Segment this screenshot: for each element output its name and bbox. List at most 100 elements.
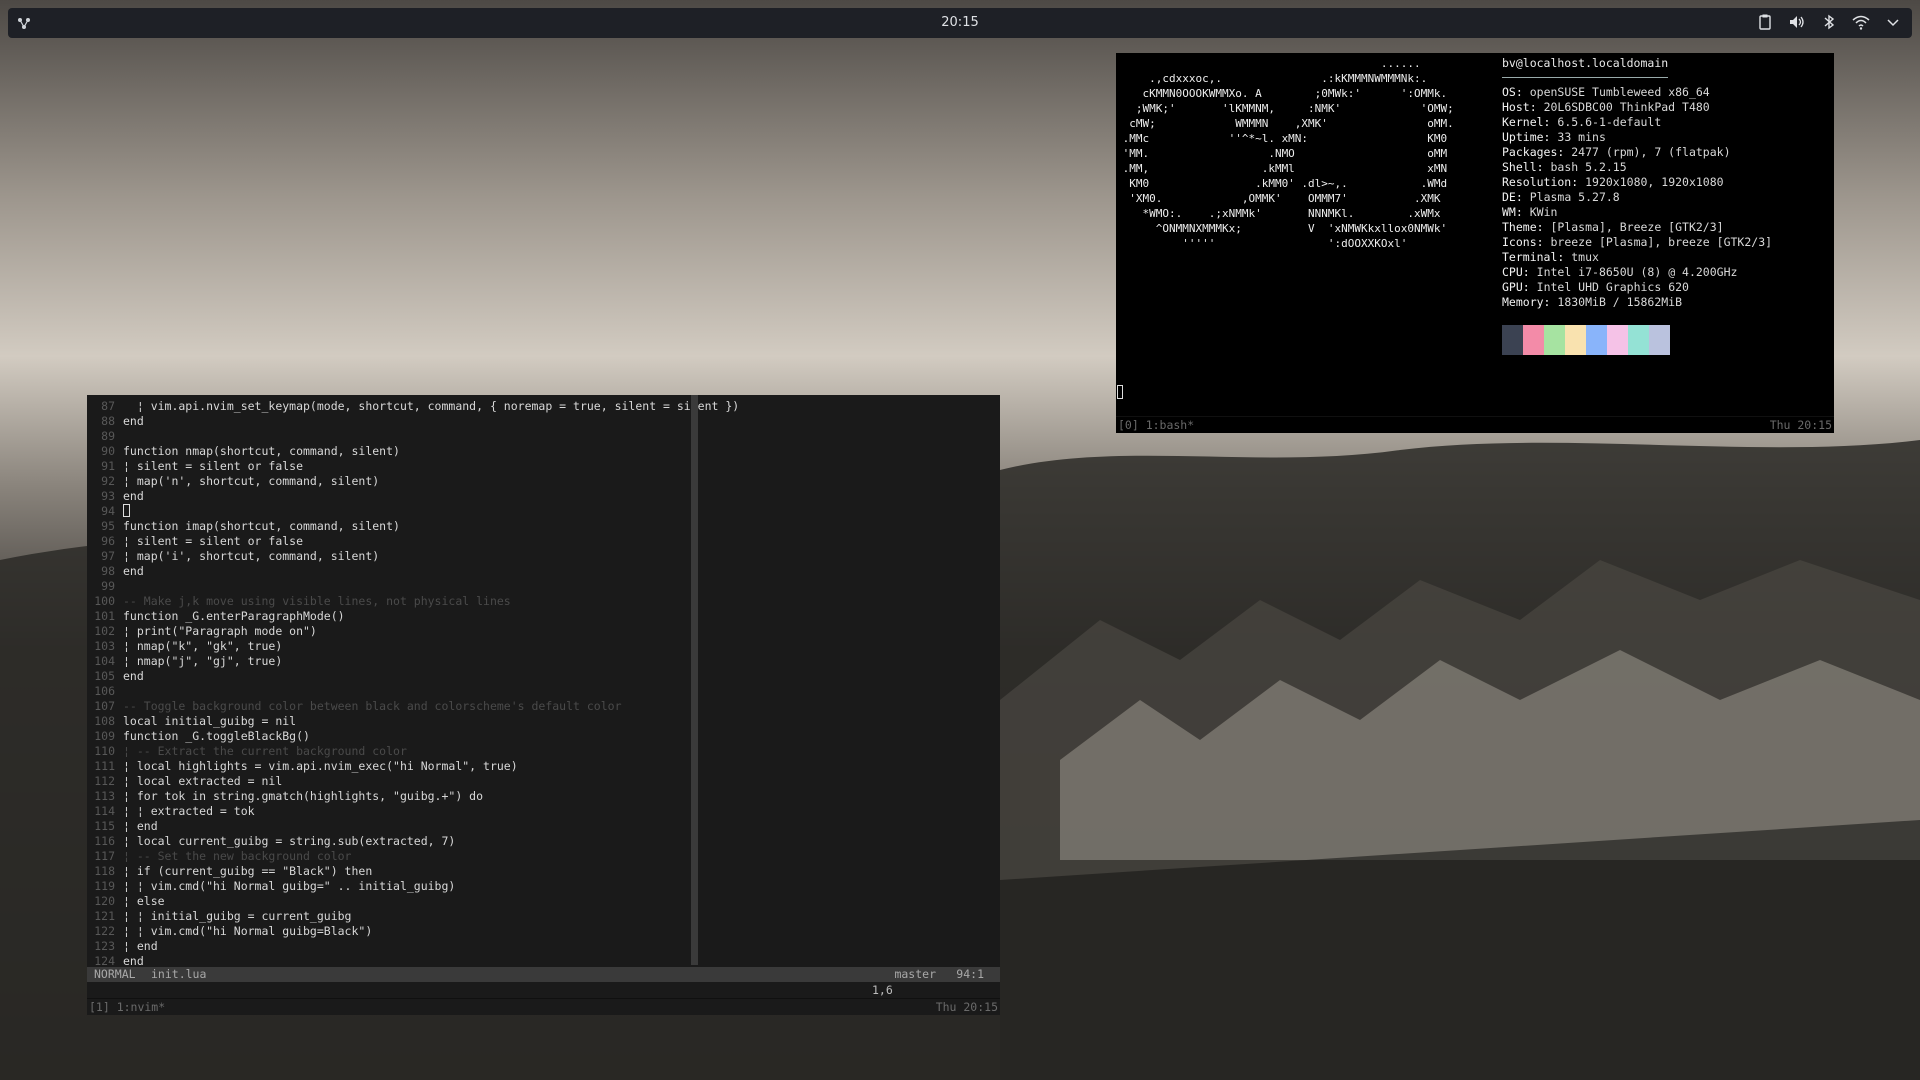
code-line[interactable]: 116 ¦ local current_guibg = string.sub(ex…: [87, 834, 691, 849]
line-number: 118: [94, 864, 115, 878]
code-line[interactable]: 97 ¦ map('i', shortcut, command, silent): [87, 549, 691, 564]
code-line[interactable]: 113 ¦ for tok in string.gmatch(highlights…: [87, 789, 691, 804]
chevron-down-icon[interactable]: [1884, 13, 1902, 31]
info-value: breeze [Plasma], breeze [GTK2/3]: [1550, 235, 1773, 249]
code-line[interactable]: 109 function _G.toggleBlackBg(): [87, 729, 691, 744]
nvim-terminal-window[interactable]: 87 ¦ vim.api.nvim_set_keymap(mode, short…: [87, 395, 1000, 1015]
code-line[interactable]: 99: [87, 579, 691, 594]
code-line[interactable]: 112 ¦ local extracted = nil: [87, 774, 691, 789]
line-number: 88: [101, 414, 115, 428]
info-colon: :: [1571, 175, 1586, 189]
code-line[interactable]: 87 ¦ vim.api.nvim_set_keymap(mode, short…: [87, 399, 739, 414]
info-colon: :: [1557, 145, 1572, 159]
code-line[interactable]: 122 ¦ ¦ vim.cmd("hi Normal guibg=Black"): [87, 924, 691, 939]
line-number: 105: [94, 669, 115, 683]
code-line[interactable]: 94: [87, 504, 691, 519]
volume-icon[interactable]: [1788, 13, 1806, 31]
neofetch-terminal-window[interactable]: ...... .,cdxxxoc,. .:kKMMMNWMMMNk:. cKMM…: [1116, 53, 1834, 433]
code-line[interactable]: 120 ¦ else: [87, 894, 691, 909]
code-line[interactable]: 119 ¦ ¦ vim.cmd("hi Normal guibg=" .. ini…: [87, 879, 691, 894]
code-line[interactable]: 107 -- Toggle background color between bl…: [87, 699, 691, 714]
info-row: CPU: Intel i7-8650U (8) @ 4.200GHz: [1502, 265, 1832, 280]
line-text: ¦ for tok in string.gmatch(highlights, "…: [123, 789, 484, 803]
code-line[interactable]: 106: [87, 684, 691, 699]
line-number: 110: [94, 744, 115, 758]
code-line[interactable]: 91 ¦ silent = silent or false: [87, 459, 691, 474]
line-text: ¦ local current_guibg = string.sub(extra…: [123, 834, 456, 848]
code-line[interactable]: 104 ¦ nmap("j", "gj", true): [87, 654, 691, 669]
info-key: Memory: [1502, 295, 1544, 309]
info-colon: :: [1557, 250, 1572, 264]
line-text: ¦ -- Set the new background color: [123, 849, 352, 863]
color-swatch: [1607, 325, 1628, 355]
line-text: ¦ end: [123, 819, 158, 833]
line-number: 109: [94, 729, 115, 743]
code-line[interactable]: 108 local initial_guibg = nil: [87, 714, 691, 729]
line-number: 116: [94, 834, 115, 848]
code-line[interactable]: 102 ¦ print("Paragraph mode on"): [87, 624, 691, 639]
code-line[interactable]: 114 ¦ ¦ extracted = tok: [87, 804, 691, 819]
code-line[interactable]: 110 ¦ -- Extract the current background c…: [87, 744, 691, 759]
info-row: Terminal: tmux: [1502, 250, 1832, 265]
code-line[interactable]: 98 end: [87, 564, 691, 579]
code-line[interactable]: 103 ¦ nmap("k", "gk", true): [87, 639, 691, 654]
line-number: 102: [94, 624, 115, 638]
line-text: function _G.enterParagraphMode(): [123, 609, 345, 623]
info-colon: :: [1515, 85, 1530, 99]
ascii-line: ^ONMMNXMMMKx; V 'xNMWKkxllox0NMWk': [1116, 222, 1448, 235]
info-colon: :: [1522, 280, 1537, 294]
distro-ascii-logo: ...... .,cdxxxoc,. .:kKMMMNWMMMNk:. cKMM…: [1116, 56, 1486, 251]
info-colon: :: [1536, 220, 1551, 234]
code-line[interactable]: 100 -- Make j,k move using visible lines,…: [87, 594, 691, 609]
panel-clock[interactable]: 20:15: [8, 15, 1912, 30]
vertical-split-divider[interactable]: [691, 395, 698, 965]
code-line[interactable]: 111 ¦ local highlights = vim.api.nvim_exe…: [87, 759, 691, 774]
code-line[interactable]: 96 ¦ silent = silent or false: [87, 534, 691, 549]
tmux-window-label[interactable]: [1] 1:nvim*: [89, 999, 165, 1016]
info-key: Theme: [1502, 220, 1537, 234]
info-colon: :: [1515, 205, 1530, 219]
line-text: ¦ vim.api.nvim_set_keymap(mode, shortcut…: [123, 399, 740, 413]
info-key: Kernel: [1502, 115, 1544, 129]
code-line[interactable]: 123 ¦ end: [87, 939, 691, 954]
info-row: Resolution: 1920x1080, 1920x1080: [1502, 175, 1832, 190]
line-text: ¦ map('i', shortcut, command, silent): [123, 549, 380, 563]
ascii-line: KM0 .kMM0' .dl>~,. .WMd: [1116, 177, 1448, 190]
tmux-window-label[interactable]: [0] 1:bash*: [1118, 417, 1194, 434]
code-line[interactable]: 115 ¦ end: [87, 819, 691, 834]
code-line[interactable]: 88 end: [87, 414, 691, 429]
line-number: 119: [94, 879, 115, 893]
clipboard-icon[interactable]: [1756, 13, 1774, 31]
code-line[interactable]: 90 function nmap(shortcut, command, silen…: [87, 444, 691, 459]
tmux-status-bar: [1] 1:nvim* Thu 20:15: [87, 998, 1000, 1015]
line-number: 103: [94, 639, 115, 653]
info-value: 6.5.6-1-default: [1557, 115, 1662, 129]
info-row: Packages: 2477 (rpm), 7 (flatpak): [1502, 145, 1832, 160]
editor-buffer[interactable]: 87 ¦ vim.api.nvim_set_keymap(mode, short…: [87, 399, 739, 969]
shell-prompt-cursor[interactable]: [1117, 385, 1123, 399]
line-text: ¦ nmap("k", "gk", true): [123, 639, 283, 653]
bluetooth-icon[interactable]: [1820, 13, 1838, 31]
line-number: 98: [101, 564, 115, 578]
nvim-command-line[interactable]: 1,6: [87, 983, 1000, 998]
line-text: ¦ map('n', shortcut, command, silent): [123, 474, 380, 488]
info-row: Uptime: 33 mins: [1502, 130, 1832, 145]
code-line[interactable]: 101 function _G.enterParagraphMode(): [87, 609, 691, 624]
line-number: 115: [94, 819, 115, 833]
code-line[interactable]: 95 function imap(shortcut, command, silen…: [87, 519, 691, 534]
info-key: CPU: [1502, 265, 1523, 279]
ascii-line: *WMO:. .;xNMMk' NNNMKl. .xWMx: [1116, 207, 1441, 220]
info-colon: :: [1543, 115, 1558, 129]
info-colon: :: [1515, 190, 1530, 204]
code-line[interactable]: 89: [87, 429, 691, 444]
code-line[interactable]: 92 ¦ map('n', shortcut, command, silent): [87, 474, 691, 489]
code-line[interactable]: 118 ¦ if (current_guibg == "Black") then: [87, 864, 691, 879]
info-key: OS: [1502, 85, 1516, 99]
line-text: ¦ ¦ extracted = tok: [123, 804, 255, 818]
wifi-icon[interactable]: [1852, 13, 1870, 31]
line-text: ¦ nmap("j", "gj", true): [123, 654, 283, 668]
code-line[interactable]: 105 end: [87, 669, 691, 684]
code-line[interactable]: 93 end: [87, 489, 691, 504]
code-line[interactable]: 121 ¦ ¦ initial_guibg = current_guibg: [87, 909, 691, 924]
code-line[interactable]: 117 ¦ -- Set the new background color: [87, 849, 691, 864]
